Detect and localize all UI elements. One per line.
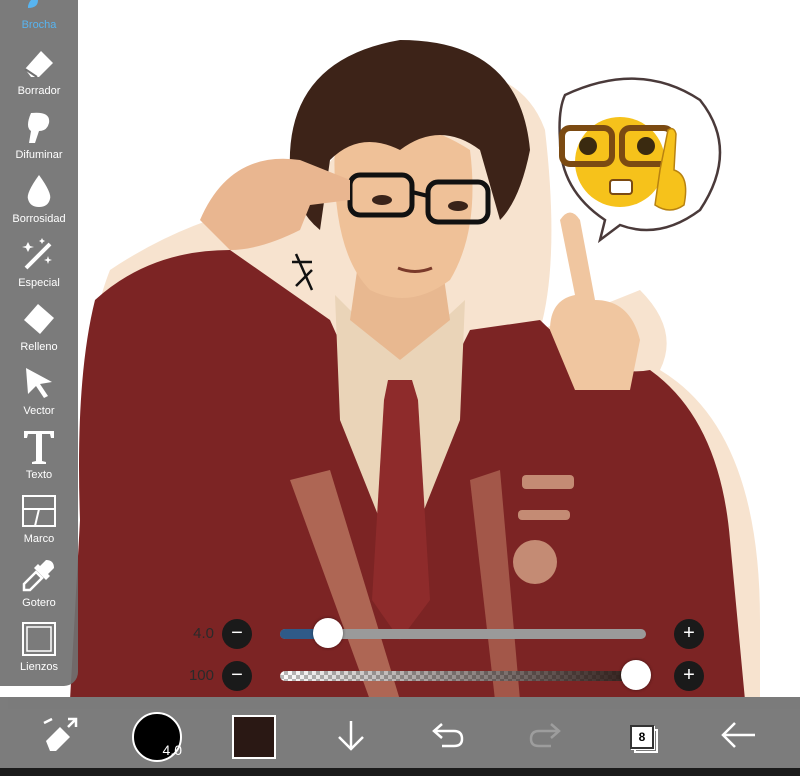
blur-drop-icon [19, 171, 59, 211]
tool-label: Gotero [22, 597, 56, 609]
tool-label: Borrosidad [12, 213, 66, 225]
brush-size-indicator: 4.0 [132, 712, 182, 762]
tool-brush[interactable]: Brocha [0, 0, 78, 34]
transform-icon [40, 715, 80, 760]
tool-label: Lienzos [20, 661, 58, 673]
opacity-slider-row: 100 − + [180, 656, 720, 696]
tool-label: Difuminar [15, 149, 63, 161]
opacity-gradient [280, 671, 646, 681]
tool-vector[interactable]: Vector [0, 356, 78, 420]
artwork [70, 40, 760, 700]
current-color-swatch [232, 715, 276, 759]
tool-label: Brocha [21, 19, 57, 31]
tool-text[interactable]: Texto [0, 420, 78, 484]
arrow-down-icon [334, 718, 368, 757]
layers-icon: 8 [615, 712, 665, 762]
transform-button[interactable] [30, 707, 90, 767]
drawing-canvas[interactable] [0, 0, 800, 700]
cursor-arrow-icon [19, 363, 59, 403]
tool-label: Marco [23, 533, 55, 545]
layer-count-badge: 8 [630, 725, 654, 749]
tool-special[interactable]: Especial [0, 228, 78, 292]
brush-size-slider-row: 4.0 − + [180, 614, 720, 654]
redo-icon [527, 720, 563, 755]
tool-canvas[interactable]: Lienzos [0, 612, 78, 676]
smudge-icon [19, 107, 59, 147]
tool-fill[interactable]: Relleno [0, 292, 78, 356]
brush-size-button[interactable]: 4.0 [127, 707, 187, 767]
color-picker-button[interactable] [224, 707, 284, 767]
brush-size-knob[interactable] [312, 618, 343, 648]
undo-icon [430, 720, 466, 755]
back-button[interactable] [708, 707, 768, 767]
redo-button[interactable] [515, 707, 575, 767]
tool-smudge[interactable]: Difuminar [0, 100, 78, 164]
tool-frame[interactable]: Marco [0, 484, 78, 548]
bottom-toolbar: 4.0 8 [0, 697, 800, 776]
tool-label: Vector [23, 405, 55, 417]
text-icon [19, 427, 59, 467]
tool-label: Relleno [20, 341, 58, 353]
brush-icon [19, 0, 59, 17]
tool-label: Texto [25, 469, 53, 481]
opacity-track[interactable] [280, 671, 646, 681]
canvas-icon [19, 619, 59, 659]
size-increase-button[interactable]: + [674, 619, 704, 649]
layers-button[interactable]: 8 [610, 707, 670, 767]
tool-palette: Brocha Borrador Difuminar Borrosidad Esp… [0, 0, 78, 686]
eraser-icon [19, 43, 59, 83]
undo-button[interactable] [418, 707, 478, 767]
arrow-left-icon [719, 720, 757, 755]
opacity-value: 100 [188, 667, 214, 684]
brush-size-value: 4.0 [193, 625, 214, 642]
opacity-knob[interactable] [621, 660, 651, 690]
fill-bucket-icon [19, 299, 59, 339]
opacity-decrease-button[interactable]: − [222, 661, 252, 691]
eyedropper-icon [19, 555, 59, 595]
frame-icon [19, 491, 59, 531]
system-nav-bar [0, 768, 800, 776]
brush-size-label: 4.0 [162, 742, 182, 758]
opacity-increase-button[interactable]: + [674, 661, 704, 691]
tool-dropper[interactable]: Gotero [0, 548, 78, 612]
tool-blur[interactable]: Borrosidad [0, 164, 78, 228]
size-decrease-button[interactable]: − [222, 619, 252, 649]
tool-label: Especial [18, 277, 60, 289]
tool-eraser[interactable]: Borrador [0, 36, 78, 100]
brush-size-track[interactable] [280, 618, 646, 648]
magic-wand-icon [19, 235, 59, 275]
tool-label: Borrador [17, 85, 61, 97]
save-download-button[interactable] [321, 707, 381, 767]
